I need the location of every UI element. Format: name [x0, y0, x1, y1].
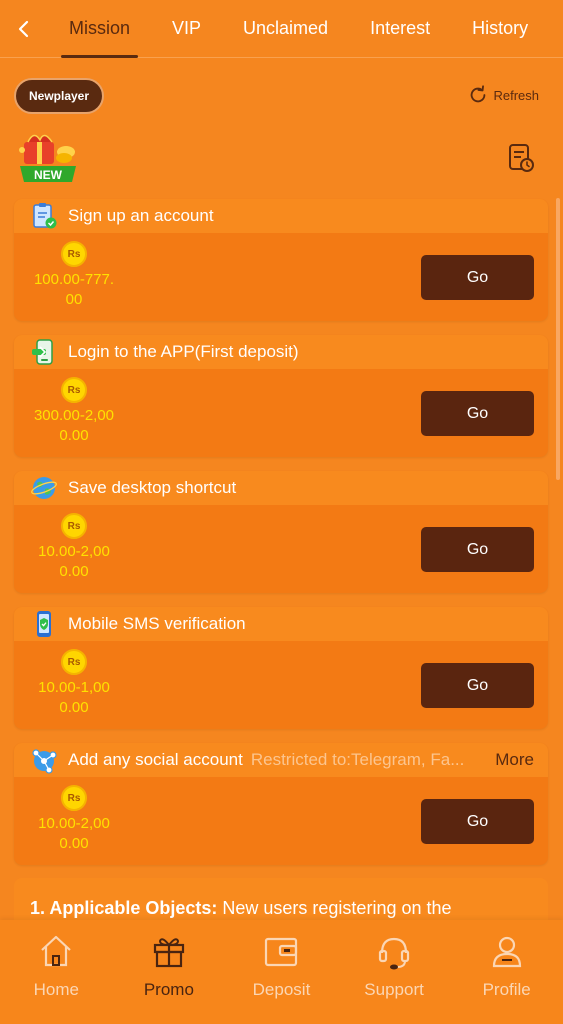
globe-icon [31, 477, 57, 499]
nav-profile[interactable]: Profile [450, 920, 563, 1024]
go-button[interactable]: Go [421, 799, 534, 844]
nav-profile-label: Profile [482, 980, 531, 999]
rules-heading: 1. Applicable Objects: [30, 898, 218, 918]
mission-card-signup: Sign up an account Rs 100.00-777. 00 Go [14, 199, 548, 321]
rupee-coin-icon: Rs [61, 513, 87, 539]
reward-amount: Rs 300.00-2,00 0.00 [14, 377, 134, 446]
rupee-coin-icon: Rs [61, 377, 87, 403]
refresh-label: Refresh [493, 87, 539, 103]
new-badge-text: NEW [34, 168, 63, 182]
reward-range-line2: 0.00 [59, 427, 89, 444]
reward-amount: Rs 10.00-2,00 0.00 [14, 513, 134, 582]
nav-promo-label: Promo [143, 980, 194, 999]
mission-card-desktop-shortcut: Save desktop shortcut Rs 10.00-2,00 0.00… [14, 471, 548, 593]
chevron-left-icon [18, 20, 29, 37]
reward-amount: Rs 10.00-2,00 0.00 [14, 785, 134, 854]
refresh-button[interactable]: Refresh [467, 84, 539, 106]
mission-header: Save desktop shortcut [14, 471, 548, 505]
reward-amount: Rs 100.00-777. 00 [14, 241, 134, 310]
mission-header: Mobile SMS verification [14, 607, 548, 641]
task-history-icon[interactable] [507, 142, 535, 174]
tab-vip[interactable]: VIP [151, 0, 222, 58]
reward-range-line1: 300.00-2,00 [33, 407, 115, 424]
newplayer-badge[interactable]: Newplayer [14, 78, 105, 114]
tab-mission[interactable]: Mission [48, 0, 151, 58]
reward-range-line1: 100.00-777. [33, 271, 115, 288]
mission-title: Add any social account [68, 750, 243, 769]
reward-range-line2: 0.00 [59, 835, 89, 852]
more-link[interactable]: More [495, 750, 534, 770]
tab-unclaimed[interactable]: Unclaimed [222, 0, 349, 58]
wallet-icon [265, 937, 298, 967]
go-button[interactable]: Go [421, 255, 534, 300]
go-button[interactable]: Go [421, 527, 534, 572]
scrollbar[interactable] [556, 198, 560, 480]
nav-promo[interactable]: Promo [113, 920, 226, 1024]
headset-icon [378, 937, 410, 970]
mission-card-sms-verification: Mobile SMS verification Rs 10.00-1,00 0.… [14, 607, 548, 729]
nav-home[interactable]: Home [0, 920, 113, 1024]
gift-icon [153, 938, 184, 968]
user-icon [492, 936, 521, 968]
bottom-navigation: Home Promo Deposit Support Profile [0, 920, 563, 1024]
rules-text: New users registering on the [217, 898, 452, 918]
reward-amount: Rs 10.00-1,00 0.00 [14, 649, 134, 718]
mission-header: Login to the APP(First deposit) [14, 335, 548, 369]
tab-interest[interactable]: Interest [349, 0, 451, 58]
mission-card-login-app: Login to the APP(First deposit) Rs 300.0… [14, 335, 548, 457]
mission-title: Mobile SMS verification [68, 614, 246, 633]
nav-support[interactable]: Support [338, 920, 451, 1024]
reward-range-line2: 0.00 [59, 699, 89, 716]
mission-title: Save desktop shortcut [68, 478, 237, 497]
nav-deposit-label: Deposit [252, 980, 311, 999]
go-button[interactable]: Go [421, 663, 534, 708]
phone-shield-icon [37, 611, 51, 637]
app-download-icon [32, 339, 53, 365]
mission-card-social-account: Add any social account Restricted to:Tel… [14, 743, 548, 865]
tab-bar: Mission VIP Unclaimed Interest History [48, 0, 549, 58]
reward-range-line1: 10.00-2,00 [38, 815, 110, 832]
social-network-icon [32, 749, 57, 774]
rupee-coin-icon: Rs [61, 649, 87, 675]
reward-range-line2: 00 [65, 291, 83, 308]
rupee-coin-icon: Rs [61, 785, 87, 811]
mission-header: Sign up an account [14, 199, 548, 233]
refresh-icon [471, 85, 486, 103]
go-button[interactable]: Go [421, 391, 534, 436]
reward-range-line1: 10.00-1,00 [38, 679, 110, 696]
new-gift-badge-icon: NEW [19, 134, 76, 182]
clipboard-check-icon [33, 203, 57, 229]
home-icon [41, 935, 72, 967]
top-navigation: Mission VIP Unclaimed Interest History [0, 0, 563, 58]
nav-home-label: Home [33, 980, 79, 999]
mission-header: Add any social account Restricted to:Tel… [14, 743, 548, 777]
nav-deposit[interactable]: Deposit [225, 920, 338, 1024]
rupee-coin-icon: Rs [61, 241, 87, 267]
mission-title: Login to the APP(First deposit) [68, 342, 299, 361]
mission-restriction: Restricted to:Telegram, Fa... [250, 750, 465, 769]
reward-range-line1: 10.00-2,00 [38, 543, 110, 560]
mission-title: Sign up an account [68, 206, 214, 225]
back-button[interactable] [0, 0, 48, 58]
reward-range-line2: 0.00 [59, 563, 89, 580]
tab-history[interactable]: History [451, 0, 549, 58]
nav-support-label: Support [364, 980, 424, 999]
